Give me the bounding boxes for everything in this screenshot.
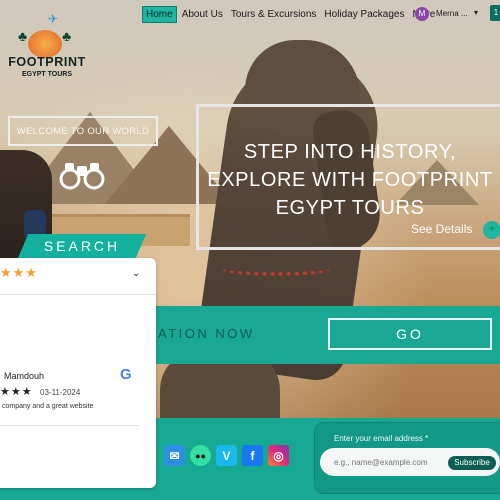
- go-button[interactable]: GO: [328, 318, 492, 350]
- subscribe-button[interactable]: Subscribe: [448, 456, 496, 470]
- facebook-icon[interactable]: f: [242, 445, 263, 466]
- tripadvisor-icon[interactable]: ●●: [190, 445, 211, 466]
- chevron-down-icon[interactable]: ⌄: [132, 268, 140, 279]
- nav-tours-excursions[interactable]: Tours & Excursions: [228, 7, 320, 22]
- hero-headline: STEP INTO HISTORY, EXPLORE WITH FOOTPRIN…: [207, 141, 493, 219]
- instagram-icon[interactable]: ◎: [268, 445, 289, 466]
- binoculars-icon: [59, 163, 105, 190]
- divider: [0, 294, 156, 295]
- plane-icon: ✈: [48, 12, 59, 26]
- divider: [0, 425, 140, 426]
- logo-subtitle: EGYPT TOURS: [21, 71, 73, 78]
- cart-count-badge[interactable]: 1: [490, 5, 500, 21]
- main-nav: Home About Us Tours & Excursions Holiday…: [142, 6, 438, 23]
- email-label: Enter your email address *: [334, 434, 429, 443]
- logo-title: FOOTPRINT: [8, 55, 86, 69]
- nav-holiday-packages[interactable]: Holiday Packages: [321, 7, 407, 22]
- search-tab[interactable]: SEARCH: [18, 234, 146, 258]
- review-date: 03-11-2024: [40, 388, 81, 397]
- google-logo-letter: G: [120, 366, 132, 383]
- vimeo-icon[interactable]: V: [216, 445, 237, 466]
- palm-tree-icon: ♣: [62, 28, 72, 44]
- review-text: company and a great website: [2, 403, 94, 410]
- welcome-banner: WELCOME TO OUR WORLD: [8, 116, 158, 146]
- see-details-link[interactable]: See Details: [411, 222, 472, 236]
- nav-home[interactable]: Home: [142, 6, 177, 23]
- camel-rope: [222, 262, 330, 276]
- plus-icon[interactable]: +: [483, 221, 500, 239]
- google-icon: G: [120, 366, 132, 383]
- palm-tree-icon: ♣: [18, 28, 28, 44]
- reviewer-name: Mamdouh: [4, 371, 45, 381]
- user-avatar[interactable]: M: [415, 7, 429, 21]
- user-name[interactable]: Merna ...: [436, 9, 468, 18]
- review-rating-stars: ★★★: [0, 386, 33, 398]
- sunset-icon: [28, 30, 62, 58]
- site-logo[interactable]: ✈ ♣ ♣ FOOTPRINT EGYPT TOURS: [6, 12, 88, 82]
- overall-rating-stars: ★★★: [0, 265, 38, 280]
- nav-about-us[interactable]: About Us: [179, 7, 226, 22]
- chevron-down-icon[interactable]: ▾: [474, 8, 478, 17]
- mail-icon[interactable]: ✉: [164, 445, 185, 466]
- social-links: ✉ ●● V f ◎: [164, 445, 289, 466]
- destination-prompt: ATION NOW: [158, 326, 255, 341]
